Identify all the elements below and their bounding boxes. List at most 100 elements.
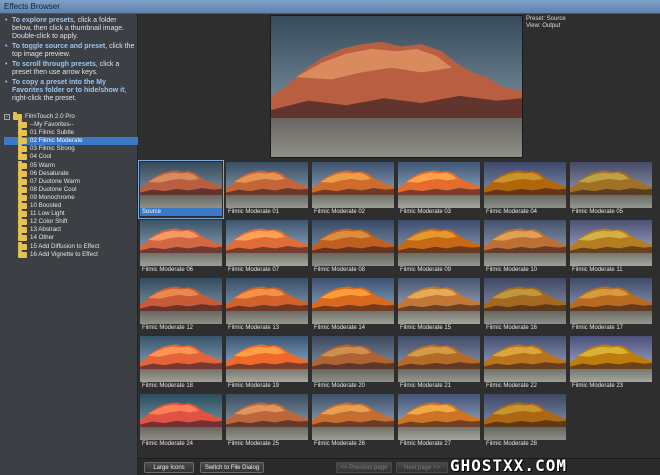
tree-item[interactable]: 13 Abstract [4,225,138,234]
preset-thumbnail[interactable]: Filmic Moderate 01 [225,161,309,218]
preset-thumbnail[interactable]: Source [138,160,224,219]
folder-icon [18,176,27,185]
folder-icon [13,112,22,120]
preset-thumbnail[interactable]: Filmic Moderate 22 [483,335,567,392]
preset-thumbnail[interactable]: Filmic Moderate 09 [397,219,481,276]
tree-item[interactable]: --My Favorites-- [4,120,138,129]
thumbnail-caption: Filmic Moderate 28 [486,441,538,447]
tree-item[interactable]: 03 Filmic Strong [4,144,138,153]
preset-thumbnail[interactable]: Filmic Moderate 04 [483,161,567,218]
thumbnail-image [484,162,566,208]
thumbnail-image [226,336,308,382]
window-title: Effects Browser [4,2,60,11]
preset-thumbnail[interactable]: Filmic Moderate 13 [225,277,309,334]
tree-item[interactable]: 09 Monochrome [4,192,138,202]
watermark-logo: GHOSTXX.COM [450,456,567,475]
image-preview[interactable] [270,15,523,158]
thumbnail-image [570,162,652,208]
thumbnail-caption: Filmic Moderate 19 [228,383,280,389]
preset-thumbnail[interactable]: Filmic Moderate 14 [311,277,395,334]
next-page-button[interactable]: Next page >> [396,462,448,473]
folder-icon [18,136,27,145]
tree-item-label: 03 Filmic Strong [30,145,75,153]
folder-icon [18,168,27,177]
tree-item-label: 06 Desaturate [30,169,69,177]
help-item: • To copy a preset into the My Favorites … [5,79,127,102]
preset-thumbnail[interactable]: Filmic Moderate 27 [397,393,481,450]
thumbnail-image [484,336,566,382]
thumbnail-image [484,394,566,440]
folder-icon [18,249,27,258]
tree-item-label: 09 Monochrome [30,193,75,201]
thumbnail-image [484,278,566,324]
preset-folder-tree: − FilmTouch 2.0 Pro --My Favorites-- 01 Fil… [4,112,138,259]
thumbnail-image [140,394,222,440]
thumbnail-image [570,220,652,266]
preset-thumbnail[interactable]: Filmic Moderate 17 [569,277,653,334]
tree-item[interactable]: 14 Other [4,233,138,242]
thumbnail-caption: Filmic Moderate 27 [400,441,452,447]
preview-preset-label: Preset: Source [526,16,566,22]
thumbnail-caption: Filmic Moderate 14 [314,325,366,331]
thumbnail-caption: Filmic Moderate 15 [400,325,452,331]
preset-thumbnail[interactable]: Filmic Moderate 25 [225,393,309,450]
tree-item[interactable]: 08 Duotone Cool [4,184,138,194]
thumbnail-caption: Filmic Moderate 04 [486,209,538,215]
tree-item[interactable]: 01 Filmic Subtle [4,128,138,137]
preset-thumbnail[interactable]: Filmic Moderate 07 [225,219,309,276]
preset-thumbnail[interactable]: Filmic Moderate 10 [483,219,567,276]
tree-item[interactable]: 04 Cool [4,152,138,161]
preset-thumbnail[interactable]: Filmic Moderate 06 [139,219,223,276]
previous-page-button[interactable]: << Previous page [336,462,392,473]
preset-thumbnail[interactable]: Filmic Moderate 02 [311,161,395,218]
folder-icon [18,128,27,137]
preset-thumbnail[interactable]: Filmic Moderate 24 [139,393,223,450]
tree-item[interactable]: 07 Duotone Warm [4,176,138,186]
preset-thumbnail[interactable]: Filmic Moderate 05 [569,161,653,218]
preset-thumbnail[interactable]: Filmic Moderate 15 [397,277,481,334]
thumbnail-image [226,162,308,208]
collapse-icon[interactable]: − [4,114,10,120]
tree-item[interactable]: 11 Low Light [4,209,138,218]
preset-thumbnail[interactable]: Filmic Moderate 19 [225,335,309,392]
tree-item-label: 07 Duotone Warm [30,177,80,185]
thumbnail-caption: Filmic Moderate 13 [228,325,280,331]
tree-item[interactable]: 02 Filmic Moderate [4,136,138,146]
preset-thumbnail[interactable]: Filmic Moderate 18 [139,335,223,392]
preset-thumbnail[interactable]: Filmic Moderate 08 [311,219,395,276]
tree-item[interactable]: 06 Desaturate [4,168,138,178]
tree-item-label: 12 Color Shift [30,218,68,226]
preset-thumbnail[interactable]: Filmic Moderate 23 [569,335,653,392]
sidebar: • To explore presets, click a folder belo… [0,14,138,475]
switch-file-dialog-button[interactable]: Switch to File Dialog [200,462,264,473]
preset-thumbnail[interactable]: Filmic Moderate 12 [139,277,223,334]
thumbnail-caption: Filmic Moderate 09 [400,267,452,273]
thumbnail-caption: Filmic Moderate 20 [314,383,366,389]
tree-item[interactable]: 16 Add Vignette to Effect [4,249,138,259]
preset-thumbnail[interactable]: Filmic Moderate 26 [311,393,395,450]
tree-item[interactable]: 05 Warm [4,160,138,170]
thumbnail-caption: Filmic Moderate 22 [486,383,538,389]
folder-icon [18,225,27,234]
preset-thumbnail[interactable]: Filmic Moderate 11 [569,219,653,276]
tree-item[interactable]: 15 Add Diffusion to Effect [4,241,138,251]
preset-thumbnail[interactable]: Filmic Moderate 21 [397,335,481,392]
tree-root-item[interactable]: − FilmTouch 2.0 Pro [4,112,138,121]
thumbnail-caption: Filmic Moderate 18 [142,383,194,389]
preset-thumbnail[interactable]: Filmic Moderate 16 [483,277,567,334]
thumbnail-image [312,394,394,440]
tree-item[interactable]: 12 Color Shift [4,217,138,226]
folder-icon [18,217,27,226]
tree-item[interactable]: 10 Boosted [4,201,138,210]
thumbnail-caption: Filmic Moderate 02 [314,209,366,215]
thumbnail-image [570,336,652,382]
tree-item-label: 10 Boosted [30,202,62,210]
preset-thumbnail[interactable]: Filmic Moderate 20 [311,335,395,392]
preset-thumbnail[interactable]: Filmic Moderate 28 [483,393,567,450]
preset-thumbnail[interactable]: Filmic Moderate 03 [397,161,481,218]
thumbnail-caption: Filmic Moderate 21 [400,383,452,389]
thumbnail-image [312,162,394,208]
large-icons-button[interactable]: Large Icons [144,462,194,473]
folder-icon [18,192,27,201]
tree-item-label: 13 Abstract [30,226,61,234]
